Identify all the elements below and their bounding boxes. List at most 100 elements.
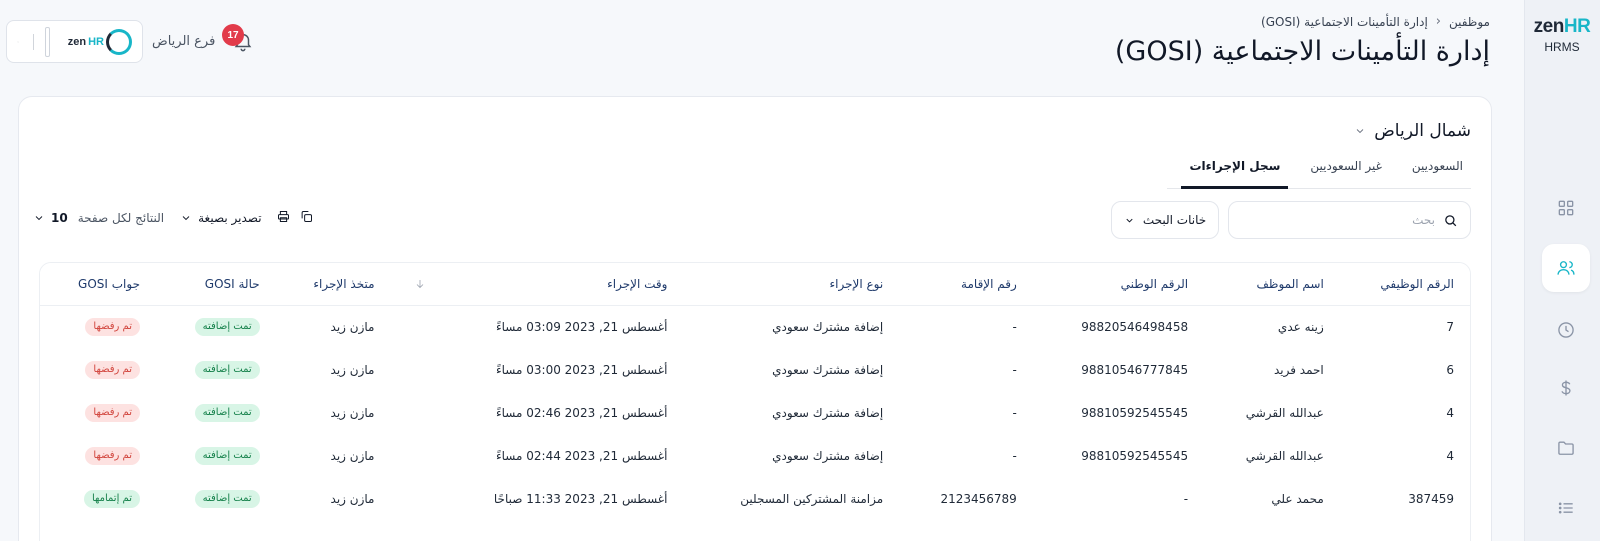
company-switcher[interactable]: zen HR [6, 20, 143, 63]
tab-actions-log[interactable]: سجل الإجراءات [1181, 153, 1289, 189]
tab-saudis[interactable]: السعوديين [1404, 153, 1471, 189]
cell-action-type-text: مزامنة المشتركين المسجلين [740, 491, 884, 506]
col-action-type[interactable]: نوع الإجراء [683, 263, 900, 306]
copy-button[interactable] [299, 209, 314, 227]
per-page-label: النتائج لكل صفحة [77, 211, 165, 225]
cell-action-by: مازن زيد [276, 348, 391, 391]
chevron-down-icon [1356, 129, 1364, 134]
cell-national-id-text: 98810592545545 [1081, 448, 1189, 463]
table-row[interactable]: 387459 محمد علي - 2123456789 مزامنة المشتركي… [40, 477, 1470, 520]
cell-action-by: مازن زيد [276, 305, 391, 348]
cell-employee-name: زينه عدي [1204, 305, 1340, 348]
main-card: شمال الرياض السعوديين غير السعوديين سجل … [18, 96, 1492, 541]
col-gosi-response[interactable]: جواب GOSI [40, 263, 156, 306]
cell-employee-name-text: احمد فريد [1273, 362, 1324, 377]
search-input[interactable] [1241, 213, 1435, 227]
dollar-icon [1561, 380, 1571, 396]
cell-national-id: 98810592545545 [1033, 434, 1204, 477]
status-badge: تمت إضافته [194, 403, 260, 422]
sidebar-item-employees[interactable] [1542, 244, 1590, 292]
brand-logo[interactable]: zenHR HRMS [1524, 16, 1600, 54]
chevron-left-icon: ‹ [1435, 14, 1441, 29]
arrow-down-sort-icon [416, 280, 424, 289]
col-action-by[interactable]: متخذ الإجراء [275, 263, 391, 306]
cell-gosi-status: تمت إضافته [156, 477, 276, 520]
cell-spacer [391, 348, 430, 391]
brand-logo-main: zen [1533, 16, 1565, 37]
company-logo-main: zen [67, 35, 87, 48]
sidebar-item-attendance[interactable] [1542, 306, 1590, 354]
response-badge: تم رفضها [85, 317, 140, 336]
cell-national-id-text: 98810592545545 [1081, 405, 1189, 420]
brand-subtitle: HRMS [1544, 40, 1580, 54]
per-page-value: 10 [51, 211, 68, 225]
cell-iqama-number: - [899, 305, 1033, 348]
cell-employee-id-text: 6 [1446, 362, 1454, 377]
cell-iqama-number: - [899, 434, 1033, 477]
col-action-time[interactable]: وقت الإجراء [429, 263, 684, 306]
cell-action-by-text: مازن زيد [330, 491, 375, 506]
col-iqama-number[interactable]: رقم الإقامة [899, 263, 1033, 306]
per-page-select[interactable]: 10 [33, 211, 68, 225]
cell-employee-id-text: 4 [1446, 405, 1454, 420]
cell-gosi-status: تمت إضافته [156, 434, 276, 477]
table-toolbar: 10 النتائج لكل صفحة تصدير بصيغة [33, 209, 314, 227]
cell-action-by-text: مازن زيد [330, 405, 375, 420]
table-row[interactable]: 4 عبدالله القرشي 98810592545545 - إضافة مشتر… [40, 391, 1470, 434]
cell-spacer [391, 434, 430, 477]
cell-employee-id-text: 387459 [1408, 491, 1454, 506]
cell-employee-id-text: 7 [1446, 319, 1454, 334]
cell-employee-id: 4 [1340, 391, 1470, 434]
chevron-down-icon [17, 41, 19, 42]
cell-action-type: إضافة مشترك سعودي [683, 434, 899, 477]
cell-iqama-number: - [899, 391, 1033, 434]
cell-employee-name: محمد علي [1204, 477, 1340, 520]
notifications-button[interactable]: 17 [222, 24, 254, 56]
cell-action-time-text: أغسطس 21, 2023 11:33 صباحًا [493, 491, 668, 506]
status-badge: تمت إضافته [194, 360, 260, 379]
col-gosi-status[interactable]: حالة GOSI [155, 263, 276, 306]
clock-icon [1558, 322, 1574, 338]
branch-selector-label: شمال الرياض [1374, 121, 1471, 141]
cell-employee-id: 387459 [1340, 477, 1470, 520]
col-national-id[interactable]: الرقم الوطني [1032, 263, 1205, 306]
export-dropdown[interactable]: تصدير بصيغة [180, 211, 262, 225]
cell-national-id-text: 98810546777845 [1081, 362, 1189, 377]
cell-gosi-status: تمت إضافته [156, 305, 276, 348]
col-employee-name[interactable]: اسم الموظف [1204, 263, 1340, 306]
cell-employee-id: 4 [1340, 434, 1470, 477]
cell-action-type-text: إضافة مشترك سعودي [772, 405, 884, 420]
notification-count-badge: 17 [222, 24, 244, 46]
cell-action-type-text: إضافة مشترك سعودي [772, 319, 884, 334]
table-row[interactable]: 6 احمد فريد 98810546777845 - إضافة مشترك سعو… [40, 348, 1470, 391]
sidebar-item-dashboard[interactable] [1542, 184, 1590, 232]
brand-logo-accent: HR [1563, 16, 1591, 37]
cell-employee-name-text: محمد علي [1271, 491, 1324, 506]
folder-icon [1558, 441, 1574, 455]
branch-selector[interactable]: شمال الرياض [1354, 121, 1471, 141]
breadcrumb-employees[interactable]: موظفين [1449, 15, 1490, 29]
cell-iqama-number-text: - [1012, 362, 1017, 377]
sidebar-item-payroll[interactable] [1542, 364, 1590, 412]
cell-employee-id: 7 [1340, 305, 1470, 348]
search-columns-dropdown[interactable]: خانات البحث [1111, 201, 1219, 239]
sidebar-item-reports[interactable] [1542, 484, 1590, 532]
tab-non-saudis[interactable]: غير السعوديين [1302, 153, 1389, 189]
print-button[interactable] [276, 209, 291, 227]
table-row[interactable]: 4 عبدالله القرشي 98810592545545 - إضافة مشتر… [40, 434, 1470, 477]
cell-action-time-text: أغسطس 21, 2023 03:00 مساءً [496, 362, 668, 377]
sidebar-item-documents[interactable] [1542, 424, 1590, 472]
cell-gosi-status: تمت إضافته [156, 391, 276, 434]
col-employee-id[interactable]: الرقم الوظيفي [1339, 263, 1470, 306]
actions-log-table: الرقم الوظيفي اسم الموظف الرقم الوطني رق… [39, 262, 1471, 541]
list-icon [1558, 502, 1573, 514]
breadcrumb: موظفين ‹ إدارة التأمينات الاجتماعية (GOS… [1261, 14, 1490, 29]
chevron-down-icon [182, 216, 190, 221]
col-sort[interactable] [390, 263, 430, 306]
table-row[interactable]: 7 زينه عدي 98820546498458 - إضافة مشترك سعود… [40, 305, 1470, 348]
cell-employee-name: عبدالله القرشي [1204, 391, 1340, 434]
cell-action-time-text: أغسطس 21, 2023 02:44 مساءً [496, 448, 668, 463]
cell-gosi-response: تم رفضها [40, 434, 156, 477]
cell-action-type: إضافة مشترك سعودي [683, 348, 899, 391]
table-header-row: الرقم الوظيفي اسم الموظف الرقم الوطني رق… [40, 263, 1470, 306]
